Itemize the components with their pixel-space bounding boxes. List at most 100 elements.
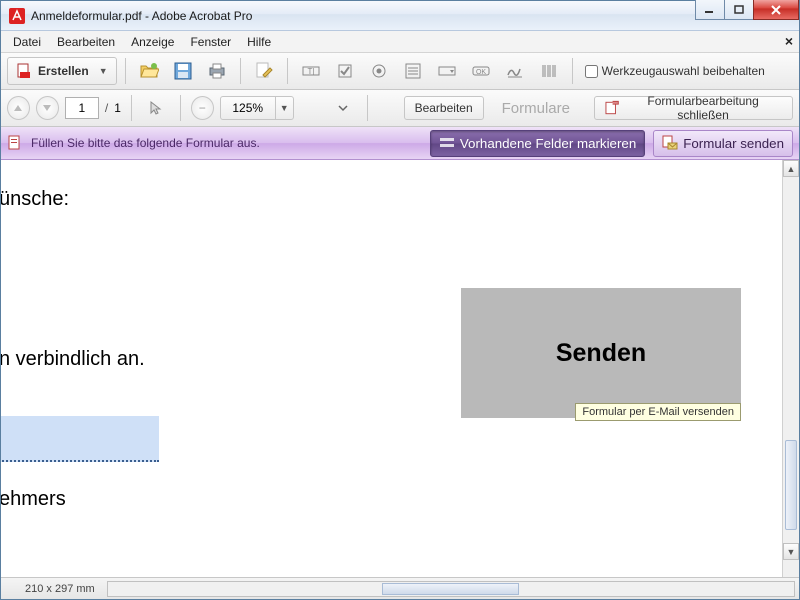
page-dimensions: 210 x 297 mm xyxy=(17,583,103,595)
create-button[interactable]: Erstellen ▼ xyxy=(7,57,117,85)
title-bar: Anmeldeformular.pdf - Adobe Acrobat Pro xyxy=(1,1,799,31)
forms-label: Formulare xyxy=(490,96,582,120)
menu-bar: Datei Bearbeiten Anzeige Fenster Hilfe × xyxy=(1,31,799,53)
page-text: n verbindlich an. xyxy=(1,348,145,371)
hscroll-thumb[interactable] xyxy=(382,583,519,595)
pdf-page: ünsche: n verbindlich an. ehmers Senden … xyxy=(1,160,799,568)
form-message-text: Füllen Sie bitte das folgende Formular a… xyxy=(31,136,260,150)
maximize-button[interactable] xyxy=(724,0,754,20)
keep-tool-checkbox[interactable]: Werkzeugauswahl beibehalten xyxy=(585,64,765,78)
separator xyxy=(367,95,368,121)
edit-doc-icon xyxy=(254,61,274,81)
edit-mode-button[interactable]: Bearbeiten xyxy=(404,96,484,120)
separator xyxy=(240,58,241,84)
menu-fenster[interactable]: Fenster xyxy=(182,33,239,51)
textfield-tool[interactable]: T| xyxy=(296,57,326,85)
radio-tool[interactable] xyxy=(364,57,394,85)
form-message-bar: Füllen Sie bitte das folgende Formular a… xyxy=(1,127,799,160)
pdf-send-button[interactable]: Senden xyxy=(461,288,741,418)
highlight-icon xyxy=(439,135,455,151)
page-total: 1 xyxy=(114,101,121,115)
document-view[interactable]: ünsche: n verbindlich an. ehmers Senden … xyxy=(1,160,799,577)
document-wrapper: ünsche: n verbindlich an. ehmers Senden … xyxy=(1,160,799,599)
button-tool[interactable]: OK xyxy=(466,57,496,85)
select-tool[interactable] xyxy=(142,94,170,122)
separator xyxy=(131,95,132,121)
printer-icon xyxy=(207,61,227,81)
highlight-fields-label: Vorhandene Felder markieren xyxy=(460,136,636,151)
listbox-tool[interactable] xyxy=(398,57,428,85)
open-button[interactable] xyxy=(134,57,164,85)
tooltip: Formular per E-Mail versenden xyxy=(575,403,741,421)
chevron-down-icon xyxy=(335,100,351,116)
zoom-control: ▼ xyxy=(220,96,294,120)
arrow-up-icon xyxy=(13,103,23,113)
keep-tool-label: Werkzeugauswahl beibehalten xyxy=(602,64,765,78)
svg-text:OK: OK xyxy=(476,69,486,76)
scroll-down-button[interactable]: ▼ xyxy=(783,543,799,560)
ok-button-icon: OK xyxy=(471,61,491,81)
minimize-button[interactable] xyxy=(695,0,725,20)
send-form-label: Formular senden xyxy=(683,136,784,151)
form-field[interactable] xyxy=(1,416,159,462)
separator xyxy=(180,95,181,121)
page-down-button[interactable] xyxy=(36,96,59,120)
page-number-input[interactable] xyxy=(65,97,99,119)
scroll-up-button[interactable]: ▲ xyxy=(783,160,799,177)
page-separator: / xyxy=(105,101,108,115)
edit-mode-label: Bearbeiten xyxy=(415,101,473,115)
vertical-scrollbar[interactable]: ▲ ▼ xyxy=(782,160,799,577)
keep-tool-input[interactable] xyxy=(585,65,598,78)
radio-icon xyxy=(369,61,389,81)
separator xyxy=(125,58,126,84)
floppy-icon xyxy=(173,61,193,81)
zoom-input[interactable] xyxy=(221,97,275,119)
menu-hilfe[interactable]: Hilfe xyxy=(239,33,279,51)
menu-bearbeiten[interactable]: Bearbeiten xyxy=(49,33,123,51)
save-button[interactable] xyxy=(168,57,198,85)
menubar-close-icon[interactable]: × xyxy=(785,33,793,49)
status-bar: 210 x 297 mm xyxy=(1,577,799,599)
separator xyxy=(572,58,573,84)
barcode-icon xyxy=(539,61,559,81)
form-close-icon xyxy=(605,100,620,116)
zoom-dropdown[interactable]: ▼ xyxy=(275,97,293,119)
acrobat-icon xyxy=(9,8,25,24)
dropdown-tool[interactable] xyxy=(432,57,462,85)
highlight-fields-button[interactable]: Vorhandene Felder markieren xyxy=(430,130,645,157)
cursor-icon xyxy=(148,100,164,116)
form-icon xyxy=(7,135,23,151)
pdf-send-label: Senden xyxy=(556,339,646,368)
close-form-editing-label: Formularbearbeitung schließen xyxy=(624,94,782,122)
zoom-out-button[interactable]: − xyxy=(191,96,214,120)
checkbox-icon xyxy=(335,61,355,81)
page-text: ehmers xyxy=(1,488,66,511)
arrow-down-icon xyxy=(42,103,52,113)
window-buttons xyxy=(695,0,799,20)
window-title: Anmeldeformular.pdf - Adobe Acrobat Pro xyxy=(31,9,799,23)
print-button[interactable] xyxy=(202,57,232,85)
scroll-thumb[interactable] xyxy=(785,440,797,530)
edit-button[interactable] xyxy=(249,57,279,85)
close-form-editing-button[interactable]: Formularbearbeitung schließen xyxy=(594,96,793,120)
menu-anzeige[interactable]: Anzeige xyxy=(123,33,182,51)
listbox-icon xyxy=(403,61,423,81)
page-up-button[interactable] xyxy=(7,96,30,120)
form-message: Füllen Sie bitte das folgende Formular a… xyxy=(7,135,422,151)
create-label: Erstellen xyxy=(38,64,89,78)
app-window: Anmeldeformular.pdf - Adobe Acrobat Pro … xyxy=(0,0,800,600)
zoom-menu-button[interactable] xyxy=(329,94,357,122)
folder-open-icon xyxy=(139,61,159,81)
textfield-icon: T| xyxy=(301,61,321,81)
checkbox-tool[interactable] xyxy=(330,57,360,85)
signature-tool[interactable] xyxy=(500,57,530,85)
signature-icon xyxy=(505,61,525,81)
svg-text:T|: T| xyxy=(307,67,314,76)
send-form-button[interactable]: Formular senden xyxy=(653,130,793,157)
close-button[interactable] xyxy=(753,0,799,20)
chevron-down-icon: ▼ xyxy=(99,66,108,76)
dropdown-icon xyxy=(437,61,457,81)
menu-datei[interactable]: Datei xyxy=(5,33,49,51)
barcode-tool[interactable] xyxy=(534,57,564,85)
horizontal-scrollbar[interactable] xyxy=(107,581,795,597)
